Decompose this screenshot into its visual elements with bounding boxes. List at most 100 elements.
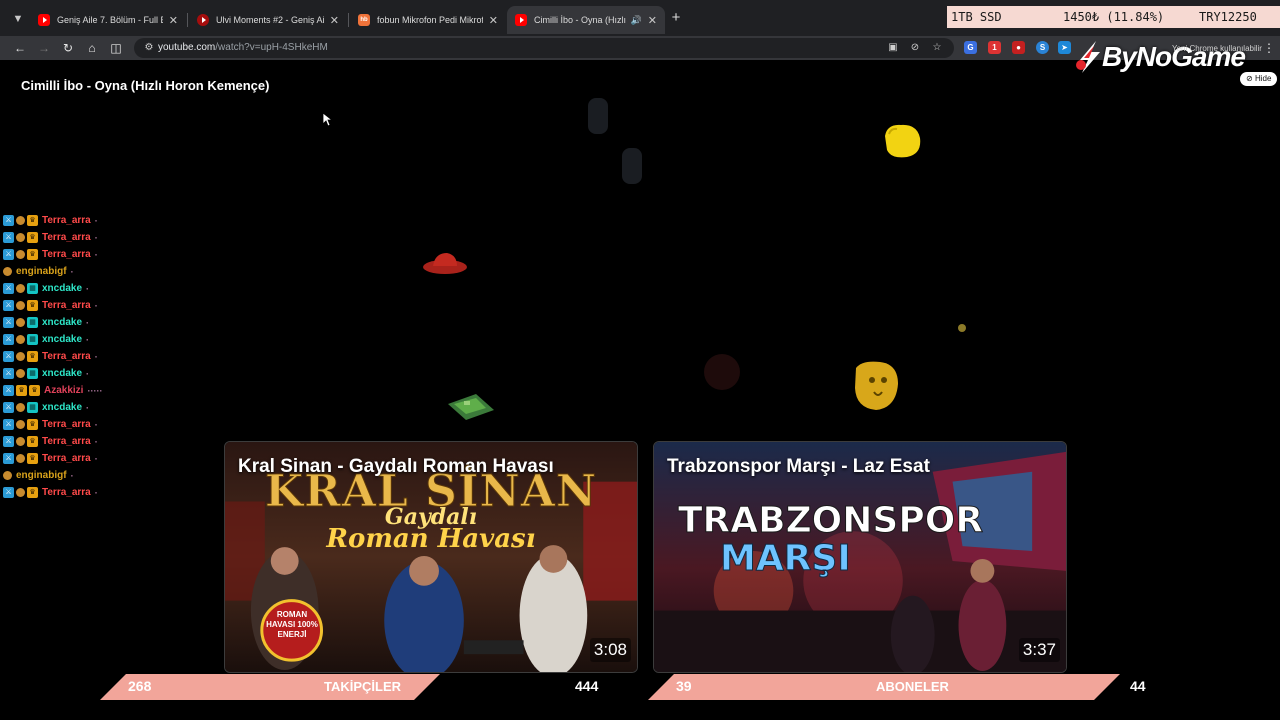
sidebar-icon[interactable]: ◫ <box>107 39 125 57</box>
shield-extension-icon[interactable]: ● <box>1012 41 1025 54</box>
cyan-badge-icon: ▦ <box>27 283 38 294</box>
globe-extension-icon[interactable]: S <box>1036 41 1049 54</box>
chat-username[interactable]: xncdake <box>42 402 82 413</box>
chat-username[interactable]: xncdake <box>42 317 82 328</box>
thumbnail-stamp: ROMAN HAVASI 100% ENERJİ <box>266 610 318 639</box>
extension-badge-icon[interactable]: 1 <box>988 41 1001 54</box>
chat-username[interactable]: Azakkizi <box>44 385 83 396</box>
cyan-badge-icon: ▦ <box>27 368 38 379</box>
crown-badge-icon: ♛ <box>27 215 38 226</box>
forward-icon[interactable]: → <box>35 39 53 57</box>
card-title: Kral Sinan - Gaydalı Roman Havası <box>238 456 554 477</box>
chat-message: ⚔ ♛ Terra_arra · <box>3 212 203 229</box>
new-tab-button[interactable]: + <box>667 9 685 27</box>
gift-badge-icon <box>16 420 25 429</box>
hide-overlay-button[interactable]: ⊘ Hide <box>1240 72 1278 86</box>
gift-badge-icon <box>16 352 25 361</box>
picture-in-picture-icon[interactable]: ▣ <box>886 41 900 55</box>
chat-username[interactable]: enginabigf <box>16 470 67 481</box>
chrome-update-notice[interactable]: Yeni Chrome kullanılabilir <box>1172 44 1262 53</box>
gift-badge-icon <box>16 216 25 225</box>
address-bar[interactable]: ⚙ youtube.com/watch?v=upH-4SHkeHM ▣ ⊘ ☆ <box>134 38 954 58</box>
video-card-trabzonspor[interactable]: TRABZONSPOR MARŞI Trabzonspor Marşı - La… <box>653 441 1067 673</box>
mod-badge-icon: ⚔ <box>3 453 14 464</box>
hepsiburada-icon: hb <box>358 14 370 26</box>
thumbnail-art-subtitle: MARŞI <box>720 538 852 580</box>
chat-message: ⚔ ♛ Terra_arra · <box>3 348 203 365</box>
thumbnail-art-title: TRABZONSPOR <box>678 500 984 542</box>
youtube-icon <box>515 14 527 26</box>
mod-badge-icon: ⚔ <box>3 317 14 328</box>
chat-emote-icon: · <box>94 249 98 260</box>
chat-username[interactable]: Terra_arra <box>42 351 91 362</box>
chat-emote-icon: · <box>86 368 90 379</box>
chat-username[interactable]: Terra_arra <box>42 419 91 430</box>
gift-badge-icon <box>16 369 25 378</box>
tab-cimilli-ibo[interactable]: Cimilli İbo - Oyna (Hızlı Hor 🔊 ✕ <box>507 6 665 34</box>
followers-current: 268 <box>128 678 152 694</box>
cyan-badge-icon: ▦ <box>27 402 38 413</box>
followers-goal: 444 <box>575 678 599 694</box>
chat-emote-icon: · <box>70 470 74 481</box>
site-info-icon[interactable]: ⚙ <box>142 41 156 55</box>
chat-emote-icon: · <box>86 402 90 413</box>
reload-icon[interactable]: ↻ <box>59 39 77 57</box>
tab-search-icon[interactable]: ▼ <box>8 9 28 29</box>
youtube-icon <box>38 14 50 26</box>
mod-badge-icon: ⚔ <box>3 232 14 243</box>
send-extension-icon[interactable]: ➤ <box>1058 41 1071 54</box>
eye-off-icon[interactable]: ⊘ <box>908 41 922 55</box>
home-icon[interactable]: ⌂ <box>83 39 101 57</box>
chat-message: ⚔ ▦ xncdake · <box>3 365 203 382</box>
chat-username[interactable]: Terra_arra <box>42 249 91 260</box>
speaker-icon[interactable]: 🔊 <box>631 15 642 26</box>
tab-mikrofon-pedi[interactable]: hb fobun Mikrofon Pedi Mikrofon S ✕ <box>350 6 506 34</box>
close-tab-icon[interactable]: ✕ <box>648 14 657 27</box>
chat-emote-icon: ····· <box>87 385 103 396</box>
translate-extension-icon[interactable]: G <box>964 41 977 54</box>
tab-title: fobun Mikrofon Pedi Mikrofon S <box>377 15 483 25</box>
chat-username[interactable]: Terra_arra <box>42 436 91 447</box>
chat-username[interactable]: enginabigf <box>16 266 67 277</box>
more-menu-icon[interactable]: ⋮ <box>1263 41 1275 55</box>
mod-badge-icon: ⚔ <box>3 283 14 294</box>
back-icon[interactable]: ← <box>11 39 29 57</box>
gift-badge-icon <box>16 437 25 446</box>
mod-badge-icon: ⚔ <box>3 300 14 311</box>
mod-badge-icon: ⚔ <box>3 385 14 396</box>
price-ticker-overlay: 1TB SSD 1450₺ (11.84%) TRY12250 <box>947 6 1280 28</box>
chat-username[interactable]: xncdake <box>42 283 82 294</box>
card-title: Trabzonspor Marşı - Laz Esat <box>667 456 930 477</box>
subscribers-label: ABONELER <box>876 679 949 694</box>
tab-title: Ulvi Moments #2 - Geniş Aile - <box>216 15 324 25</box>
crown-badge-icon: ♛ <box>27 436 38 447</box>
chat-username[interactable]: xncdake <box>42 334 82 345</box>
bookmark-star-icon[interactable]: ☆ <box>930 41 944 55</box>
close-tab-icon[interactable]: ✕ <box>489 14 498 27</box>
chat-emote-icon: · <box>94 487 98 498</box>
chat-username[interactable]: Terra_arra <box>42 300 91 311</box>
close-tab-icon[interactable]: ✕ <box>169 14 178 27</box>
followers-label: TAKİPÇİLER <box>324 679 402 694</box>
gift-badge-icon <box>3 267 12 276</box>
mod-badge-icon: ⚔ <box>3 402 14 413</box>
gift-badge-icon <box>3 471 12 480</box>
video-card-kral-sinan[interactable]: KRAL SİNAN Gaydalı Roman Havası ROMAN HA… <box>224 441 638 673</box>
tab-genis-aile[interactable]: Geniş Aile 7. Bölüm - Full Bölüm ✕ <box>30 6 186 34</box>
chat-username[interactable]: Terra_arra <box>42 453 91 464</box>
chat-emote-icon: · <box>94 436 98 447</box>
card-duration: 3:37 <box>1018 638 1060 662</box>
chat-message: ⚔ ▦ xncdake · <box>3 314 203 331</box>
tab-ulvi-moments[interactable]: Ulvi Moments #2 - Geniş Aile - ✕ <box>189 6 347 34</box>
chat-username[interactable]: xncdake <box>42 368 82 379</box>
url-text[interactable]: youtube.com/watch?v=upH-4SHkeHM <box>158 42 328 53</box>
faint-person-emote <box>588 98 608 134</box>
chat-username[interactable]: Terra_arra <box>42 215 91 226</box>
chat-username[interactable]: Terra_arra <box>42 487 91 498</box>
subscribers-current: 39 <box>676 678 692 694</box>
chat-message: ⚔ ♛ ♛ Azakkizi ····· <box>3 382 203 399</box>
close-tab-icon[interactable]: ✕ <box>330 14 339 27</box>
gift-badge-icon <box>16 454 25 463</box>
chat-username[interactable]: Terra_arra <box>42 232 91 243</box>
chat-emote-icon: · <box>94 300 98 311</box>
